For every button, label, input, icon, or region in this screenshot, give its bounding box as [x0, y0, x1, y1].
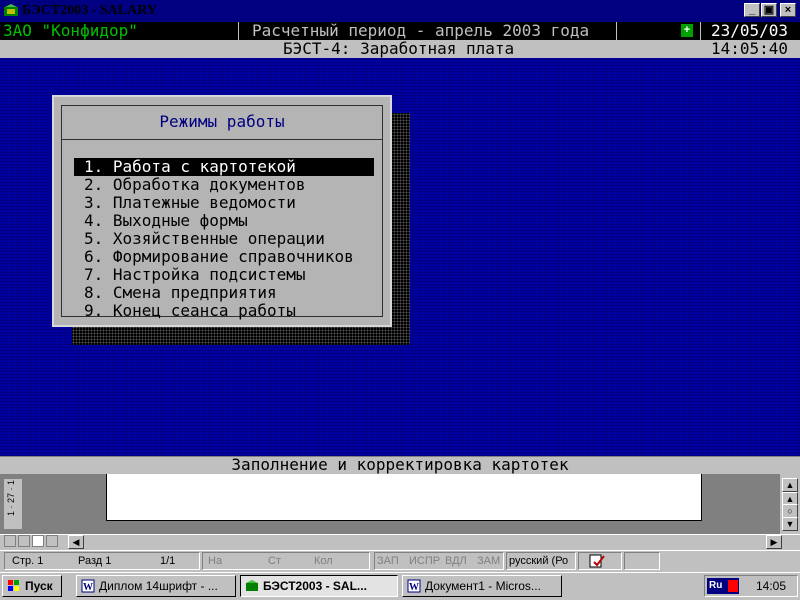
minimize-button[interactable]: _ — [744, 3, 760, 17]
clock[interactable]: 14:05 — [756, 576, 786, 596]
header-divider — [700, 22, 701, 40]
status-extend[interactable]: ВДЛ — [445, 553, 467, 569]
header-divider — [238, 22, 239, 40]
start-label: Пуск — [25, 579, 53, 593]
menu-item-business-operations[interactable]: 5. Хозяйственные операции — [74, 230, 374, 248]
restore-button[interactable]: ▣ — [761, 3, 777, 17]
status-line-text: Заполнение и корректировка картотек — [231, 455, 569, 474]
svg-text:W: W — [409, 582, 419, 593]
status-overtype[interactable]: ЗАМ — [477, 553, 500, 569]
language-label: Ru — [709, 580, 723, 591]
status-page: Стр. 1 — [12, 555, 44, 567]
status-track-changes[interactable]: ИСПР — [409, 553, 440, 569]
document-page[interactable] — [106, 474, 702, 521]
taskbar-button-best2003[interactable]: БЭСТ2003 - SAL... — [240, 575, 398, 597]
status-language[interactable]: русский (Ро — [509, 553, 568, 569]
taskbar-button-label: Диплом 14шрифт - ... — [99, 579, 218, 593]
status-pages: 1/1 — [160, 555, 176, 567]
window-title: БЭСТ2003 - SALARY — [22, 3, 157, 18]
menu-item-end-session[interactable]: 9. Конец сеанса работы — [74, 302, 374, 320]
app-icon — [246, 580, 258, 591]
page-view-icon[interactable] — [32, 535, 44, 547]
ruler-label: 1 · 27 · 1 — [6, 480, 16, 517]
company-name: ЗАО "Конфидор" — [3, 21, 138, 40]
app-icon[interactable] — [3, 3, 19, 19]
spelling-check-icon[interactable] — [588, 554, 606, 568]
status-rec[interactable]: ЗАП — [377, 553, 399, 569]
menu-item-directories[interactable]: 6. Формирование справочников — [74, 248, 374, 266]
taskbar-button-label: Документ1 - Micros... — [425, 579, 541, 593]
taskbar-button-document1[interactable]: W Документ1 - Micros... — [402, 575, 562, 597]
next-page-icon[interactable]: ▼ — [782, 517, 798, 531]
subsystem-title: БЭСТ-4: Заработная плата — [283, 39, 515, 58]
header-time: 14:05:40 — [711, 39, 789, 58]
menu-item-subsystem-settings[interactable]: 7. Настройка подсистемы — [74, 266, 374, 284]
status-panel — [202, 552, 370, 570]
horizontal-scrollbar[interactable] — [0, 534, 800, 550]
status-at: На — [208, 555, 223, 567]
menu-frame: Режимы работы 1. Работа с картотекой 2. … — [61, 105, 383, 320]
menu-item-card-index[interactable]: 1. Работа с картотекой — [74, 158, 374, 176]
header-date: 23/05/03 — [711, 21, 789, 40]
status-panel — [624, 552, 660, 570]
status-section: Разд 1 — [78, 555, 112, 567]
windows-logo-icon — [8, 580, 19, 591]
menu-item-payrolls[interactable]: 3. Платежные ведомости — [74, 194, 374, 212]
work-modes-dialog: Режимы работы 1. Работа с картотекой 2. … — [52, 95, 392, 327]
language-indicator[interactable]: Ru — [707, 578, 739, 594]
word-icon: W — [407, 579, 421, 593]
menu-separator — [62, 139, 382, 140]
svg-text:W: W — [83, 582, 93, 593]
menu-item-documents[interactable]: 2. Обработка документов — [74, 176, 374, 194]
taskbar-button-diploma[interactable]: W Диплом 14шрифт - ... — [76, 575, 236, 597]
select-browse-object-icon[interactable]: ○ — [782, 504, 798, 518]
menu-item-output-forms[interactable]: 4. Выходные формы — [74, 212, 374, 230]
status-line: Ст — [268, 555, 281, 567]
close-button[interactable]: × — [780, 3, 796, 17]
normal-view-icon[interactable] — [4, 535, 16, 547]
taskbar-button-label: БЭСТ2003 - SAL... — [263, 579, 367, 593]
word-icon: W — [81, 579, 95, 593]
scroll-right-icon[interactable]: ▶ — [766, 535, 782, 549]
keyboard-layout-icon — [728, 580, 738, 592]
web-view-icon[interactable] — [18, 535, 30, 547]
scroll-up-icon[interactable]: ▲ — [782, 478, 798, 492]
menu-title: Режимы работы — [159, 112, 285, 131]
menu-item-change-enterprise[interactable]: 8. Смена предприятия — [74, 284, 374, 302]
plus-indicator: + — [681, 24, 693, 37]
header-divider — [616, 22, 617, 40]
start-button[interactable]: Пуск — [2, 575, 62, 597]
billing-period: Расчетный период - апрель 2003 года — [252, 21, 590, 40]
scroll-left-icon[interactable]: ◀ — [68, 535, 84, 549]
status-column: Кол — [314, 555, 333, 567]
outline-view-icon[interactable] — [46, 535, 58, 547]
